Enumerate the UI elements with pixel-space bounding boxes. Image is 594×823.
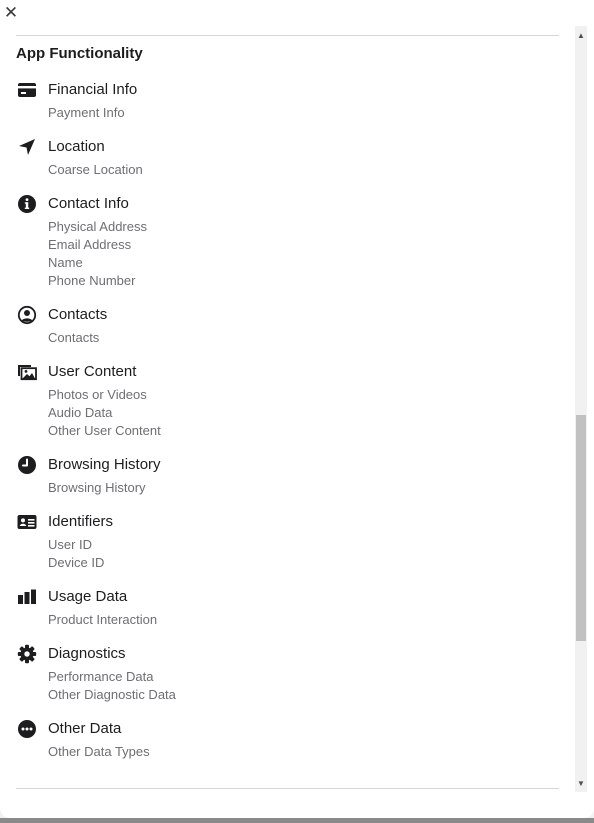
data-type-label: Browsing History [48, 480, 146, 495]
category-title: Contact Info [48, 195, 129, 212]
data-type-label: Phone Number [48, 273, 136, 288]
clock-icon [17, 455, 37, 475]
bar-chart-icon [17, 587, 37, 607]
data-type-label: User ID [48, 537, 93, 552]
data-type-label: Coarse Location [48, 162, 143, 177]
scroll-down-arrow[interactable]: ▼ [575, 777, 587, 789]
photos-icon [17, 362, 37, 382]
data-type-label: Audio Data [48, 405, 113, 420]
category-data-types: Coarse Location [48, 161, 143, 179]
close-button[interactable]: ✕ [3, 3, 19, 21]
data-type-label: Other User Content [48, 423, 161, 438]
category-data-types: Other Data Types [48, 743, 150, 761]
id-card-icon [17, 512, 37, 532]
category-title: Contacts [48, 306, 108, 323]
location-arrow-icon [17, 137, 37, 157]
scrollbar-thumb[interactable] [576, 415, 586, 641]
privacy-modal: ✕ App Functionality Financial Info Paymen… [0, 0, 594, 818]
data-type-label: Other Diagnostic Data [48, 687, 176, 702]
info-circle-icon [17, 194, 37, 214]
category-data-types: Photos or Videos Audio Data Other User Con… [48, 386, 161, 440]
section-title: App Functionality [16, 45, 143, 62]
data-type-label: Contacts [48, 330, 100, 345]
bottom-divider [16, 788, 559, 789]
data-type-label: Other Data Types [48, 744, 150, 759]
data-type-label: Name [48, 255, 83, 270]
top-divider [16, 35, 559, 36]
data-type-label: Email Address [48, 237, 132, 252]
category-data-types: Contacts [48, 329, 99, 347]
scrollbar-track[interactable] [575, 26, 587, 792]
category-data-types: Physical Address Email Address Name Phone N… [48, 218, 147, 290]
data-type-label: Photos or Videos [48, 387, 147, 402]
data-type-label: Product Interaction [48, 612, 158, 627]
category-title: User Content [48, 363, 137, 380]
scroll-up-arrow[interactable]: ▲ [575, 29, 587, 41]
more-circle-icon [17, 719, 37, 739]
category-title: Identifiers [48, 513, 114, 530]
category-title: Browsing History [48, 456, 161, 473]
credit-card-icon [17, 80, 37, 100]
gear-icon [17, 644, 37, 664]
category-data-types: Payment Info [48, 104, 125, 122]
user-circle-icon [17, 305, 37, 325]
category-title: Diagnostics [48, 645, 126, 662]
data-type-label: Device ID [48, 555, 105, 570]
category-title: Financial Info [48, 81, 138, 98]
category-data-types: Product Interaction [48, 611, 157, 629]
data-type-label: Payment Info [48, 105, 125, 120]
data-type-label: Performance Data [48, 669, 154, 684]
category-title: Usage Data [48, 588, 128, 605]
category-title: Location [48, 138, 105, 155]
close-icon: ✕ [3, 2, 19, 22]
category-title: Other Data [48, 720, 122, 737]
category-data-types: Browsing History [48, 479, 146, 497]
window-bottom-edge [0, 818, 594, 823]
category-data-types: Performance Data Other Diagnostic Data [48, 668, 176, 704]
category-data-types: User ID Device ID [48, 536, 104, 572]
data-type-label: Physical Address [48, 219, 147, 234]
